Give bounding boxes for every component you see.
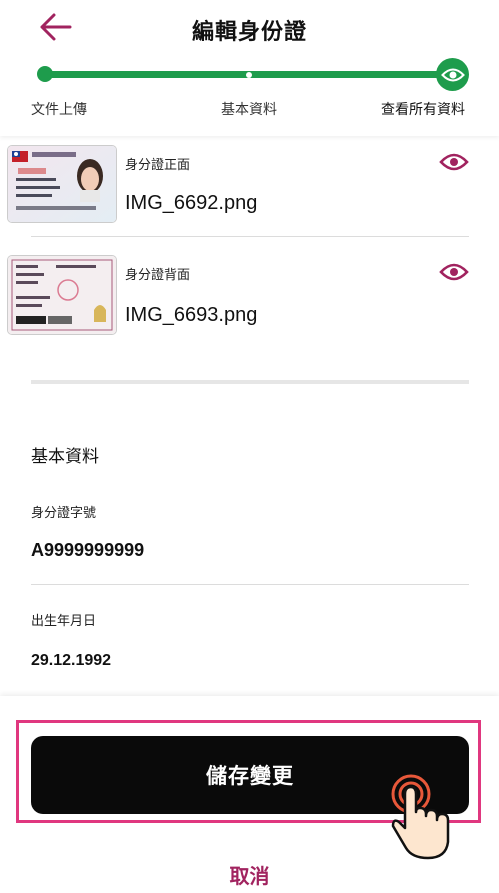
- document-item-back: 身分證背面 IMG_6693.png: [0, 254, 499, 354]
- hand-pointer-icon: [388, 772, 458, 862]
- step-label-review: 查看所有資料: [381, 102, 465, 118]
- step-label-basic-info: 基本資料: [221, 102, 277, 118]
- document-label: 身分證背面: [125, 268, 191, 283]
- field-value-birth-date[interactable]: 29.12.1992: [31, 652, 111, 670]
- eye-icon: [439, 263, 469, 281]
- divider: [31, 236, 469, 237]
- document-filename: IMG_6693.png: [125, 304, 258, 326]
- stepper-dot-step-2: [246, 72, 252, 78]
- document-label: 身分證正面: [125, 158, 191, 173]
- section-divider: [31, 380, 469, 384]
- field-value-id-number[interactable]: A9999999999: [31, 540, 144, 561]
- stepper-dot-step-1: [37, 66, 53, 82]
- view-document-front-button[interactable]: [439, 152, 469, 172]
- field-label-id-number: 身分證字號: [31, 506, 97, 521]
- cancel-button[interactable]: 取消: [0, 860, 499, 889]
- page-title: 編輯身份證: [191, 20, 307, 45]
- view-document-back-button[interactable]: [439, 262, 469, 282]
- eye-icon: [439, 153, 469, 171]
- eye-icon: [440, 68, 465, 81]
- section-title: 基本資料: [31, 447, 99, 467]
- divider: [31, 584, 469, 585]
- id-card-back-thumbnail[interactable]: [8, 256, 116, 334]
- field-label-birth-date: 出生年月日: [31, 614, 97, 629]
- document-filename: IMG_6692.png: [125, 192, 258, 214]
- header: 編輯身份證 文件上傳 基本資料 查看所有資料: [0, 0, 499, 136]
- id-card-front-thumbnail[interactable]: [8, 146, 116, 222]
- stepper-current-step: [436, 58, 469, 91]
- document-item-front: 身分證正面 IMG_6692.png: [0, 140, 499, 240]
- content-area[interactable]: 身分證正面 IMG_6692.png 身分證背面 IMG_6693.png 基本…: [0, 136, 499, 696]
- step-label-upload: 文件上傳: [31, 102, 87, 118]
